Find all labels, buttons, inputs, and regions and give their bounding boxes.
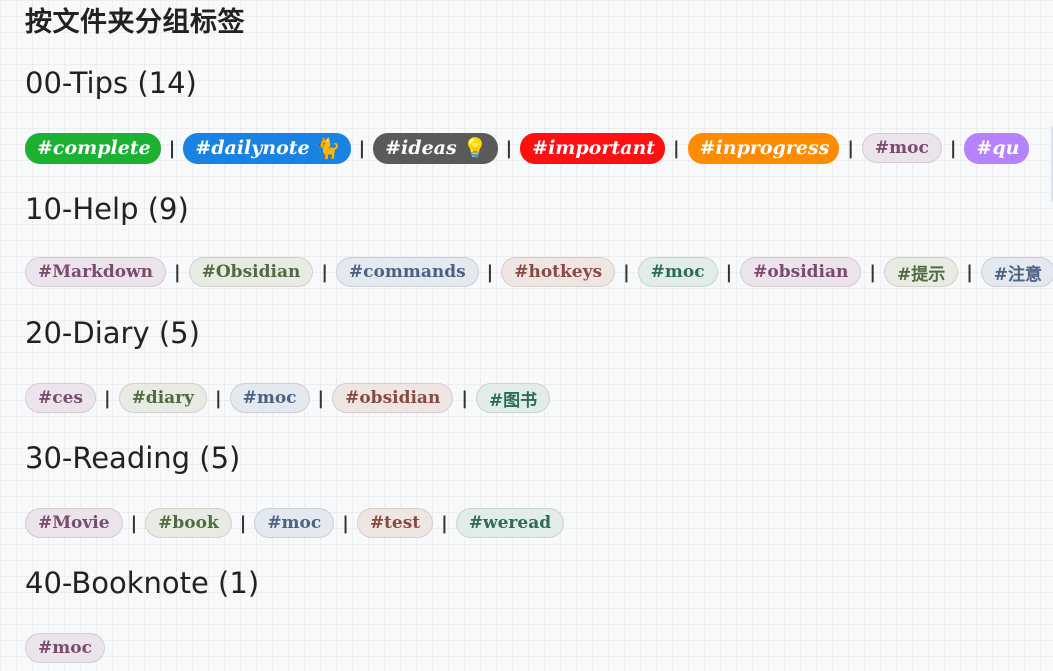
tag-weread[interactable]: #weread xyxy=(455,508,565,538)
tag-obsidian[interactable]: #Obsidian xyxy=(188,257,314,287)
tag-row-00-tips: #complete | #dailynote 🐈 | #ideas 💡 | #important… xyxy=(25,132,1030,164)
tag-moc[interactable]: #moc xyxy=(229,383,310,413)
tag-label: #commands xyxy=(348,262,466,282)
tag-markdown[interactable]: #Markdown xyxy=(25,257,167,287)
tag-label: #qu xyxy=(976,137,1020,159)
tag-label: #book xyxy=(158,513,219,533)
tag-label: #Markdown xyxy=(38,262,154,282)
tag-label: #inprogress xyxy=(699,137,830,159)
tag-separator: | xyxy=(358,137,366,159)
tag-separator: | xyxy=(869,261,876,283)
tag-label: #ces xyxy=(38,388,83,408)
tag-label: #moc xyxy=(242,388,297,408)
tag-label: #moc xyxy=(650,262,705,282)
tag-row-10-help: #Markdown | #Obsidian | #commands | #hotkeys | #… xyxy=(25,256,1053,288)
tag-complete[interactable]: #complete xyxy=(25,132,161,164)
tag-label: #hotkeys xyxy=(514,262,603,282)
tag-separator: | xyxy=(623,261,630,283)
section-heading-00-tips: 00-Tips (14) xyxy=(25,66,197,100)
tag-row-20-diary: #ces | #diary | #moc | #obsidian | #图书 xyxy=(25,382,551,414)
tag-separator: | xyxy=(215,387,222,409)
tag-ideas[interactable]: #ideas 💡 xyxy=(373,132,498,164)
tag-separator: | xyxy=(342,512,349,534)
tag-separator: | xyxy=(966,261,973,283)
tag-label: #moc xyxy=(874,138,929,158)
tag-提示[interactable]: #提示 xyxy=(883,257,959,287)
tag-label: #diary xyxy=(131,388,195,408)
tag-separator: | xyxy=(486,261,494,283)
tag-row-30-reading: #Movie | #book | #moc | #test | #weread xyxy=(25,507,565,539)
tag-book[interactable]: #book xyxy=(145,508,232,538)
tag-separator: | xyxy=(174,261,181,283)
section-heading-40-booknote: 40-Booknote (1) xyxy=(25,566,260,600)
page-title: 按文件夹分组标签 xyxy=(25,7,245,38)
tag-label: #weread xyxy=(468,513,552,533)
tag-separator: | xyxy=(949,137,957,159)
tag-label: #图书 xyxy=(488,390,538,411)
tag-separator: | xyxy=(168,137,176,159)
tag-label: #test xyxy=(369,513,421,533)
tag-图书[interactable]: #图书 xyxy=(475,383,551,413)
tag-separator: | xyxy=(847,137,854,159)
tag-label: #提示 xyxy=(896,264,946,285)
tag-row-40-booknote: #moc xyxy=(25,632,105,664)
tag-label: #Obsidian xyxy=(201,262,301,282)
tag-hotkeys[interactable]: #hotkeys xyxy=(501,257,616,287)
tag-test[interactable]: #test xyxy=(356,508,434,538)
tag-qu[interactable]: #qu xyxy=(964,132,1030,164)
tag-obsidian[interactable]: #obsidian xyxy=(332,383,454,413)
tag-ces[interactable]: #ces xyxy=(25,383,96,413)
tag-label: #Movie xyxy=(38,513,110,533)
tag-separator: | xyxy=(461,387,468,409)
section-heading-30-reading: 30-Reading (5) xyxy=(25,441,241,475)
tag-separator: | xyxy=(321,261,328,283)
tag-separator: | xyxy=(673,137,680,159)
tag-label: #注意 xyxy=(993,264,1043,285)
tag-label: #complete xyxy=(37,137,151,159)
tag-separator: | xyxy=(505,137,513,159)
section-heading-20-diary: 20-Diary (5) xyxy=(25,316,200,350)
tag-separator: | xyxy=(725,261,733,283)
tag-label: #ideas xyxy=(385,137,457,159)
tag-separator: | xyxy=(441,512,448,534)
tag-label: #moc xyxy=(38,638,92,658)
tag-label: #dailynote xyxy=(195,137,310,159)
tag-moc[interactable]: #moc xyxy=(254,508,335,538)
tag-moc[interactable]: #moc xyxy=(861,133,942,163)
tag-注意[interactable]: #注意 xyxy=(980,257,1053,287)
tag-separator: | xyxy=(130,512,138,534)
tag-commands[interactable]: #commands xyxy=(335,257,479,287)
tag-separator: | xyxy=(239,512,247,534)
tag-separator: | xyxy=(317,387,325,409)
tag-dailynote[interactable]: #dailynote 🐈 xyxy=(183,132,351,164)
tag-movie[interactable]: #Movie xyxy=(25,508,123,538)
lightbulb-icon: 💡 xyxy=(462,136,488,160)
tag-label: #obsidian xyxy=(345,388,441,408)
cat-icon: 🐈 xyxy=(315,136,341,160)
tag-moc[interactable]: #moc xyxy=(25,633,105,663)
tag-label: #moc xyxy=(267,513,322,533)
tag-moc[interactable]: #moc xyxy=(637,257,718,287)
tag-diary[interactable]: #diary xyxy=(118,383,208,413)
tag-label: #obsidian xyxy=(753,262,849,282)
tag-important[interactable]: #important xyxy=(520,132,666,164)
section-heading-10-help: 10-Help (9) xyxy=(25,192,189,226)
tag-inprogress[interactable]: #inprogress xyxy=(687,132,840,164)
tag-obsidian[interactable]: #obsidian xyxy=(740,257,862,287)
tag-label: #important xyxy=(532,137,656,159)
tag-separator: | xyxy=(103,387,111,409)
